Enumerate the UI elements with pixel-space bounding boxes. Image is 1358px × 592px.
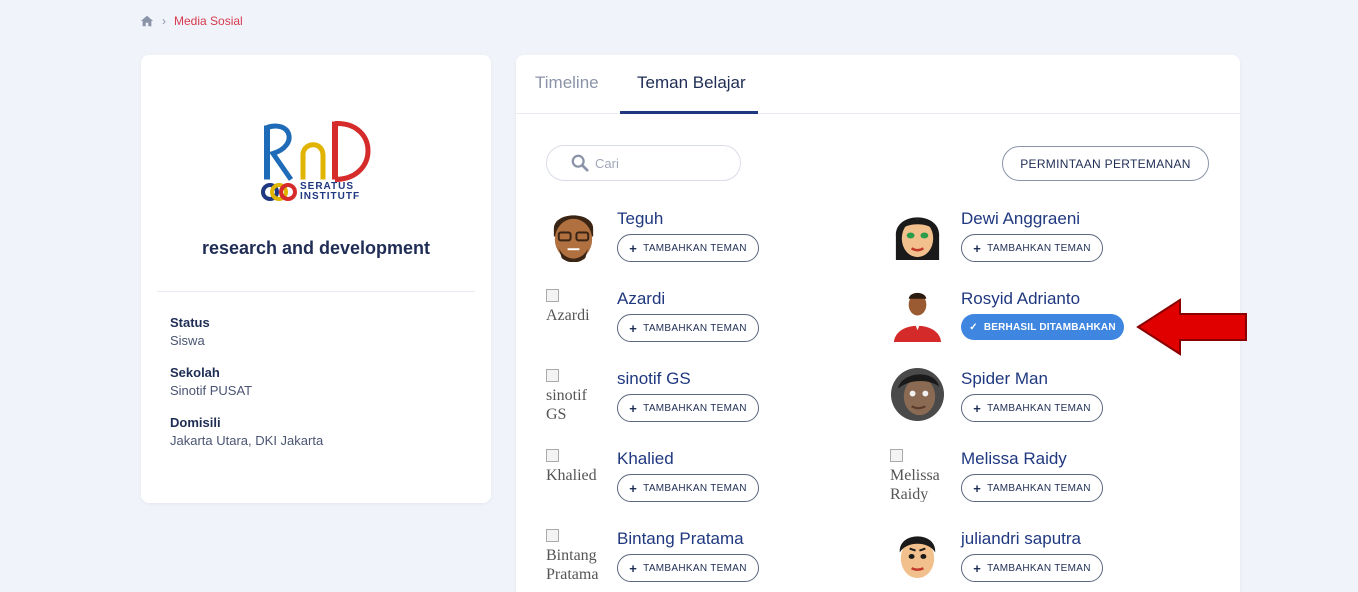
rings-icon bbox=[261, 183, 297, 201]
add-friend-button[interactable]: + TAMBAHKAN TEMAN bbox=[961, 394, 1103, 422]
broken-image-icon bbox=[546, 449, 559, 462]
status-label: Status bbox=[170, 315, 210, 330]
avatar bbox=[890, 207, 945, 262]
add-friend-label: TAMBAHKAN TEMAN bbox=[987, 482, 1091, 494]
add-friend-label: TAMBAHKAN TEMAN bbox=[643, 562, 747, 574]
school-value: Sinotif PUSAT bbox=[170, 383, 253, 398]
add-friend-label: TAMBAHKAN TEMAN bbox=[987, 402, 1091, 414]
friend-added-button[interactable]: ✓ BERHASIL DITAMBAHKAN bbox=[961, 314, 1124, 340]
avatar-alt: sinotif GS bbox=[546, 387, 587, 422]
avatar bbox=[546, 207, 601, 262]
avatar bbox=[890, 287, 945, 342]
divider bbox=[157, 291, 475, 292]
red-arrow-annotation bbox=[1136, 298, 1247, 356]
avatar bbox=[890, 527, 945, 582]
add-friend-button[interactable]: + TAMBAHKAN TEMAN bbox=[617, 234, 759, 262]
tab-bar: Timeline Teman Belajar bbox=[516, 55, 1240, 114]
search-box[interactable] bbox=[546, 145, 741, 181]
broken-image-icon bbox=[546, 369, 559, 382]
seratus-institut-logo: SERATUS INSTITUTF bbox=[261, 177, 376, 207]
plus-icon: + bbox=[973, 480, 982, 496]
avatar-alt: Khalied bbox=[546, 467, 597, 484]
domicile-value: Jakarta Utara, DKI Jakarta bbox=[170, 433, 324, 448]
friends-card: Timeline Teman Belajar PERMINTAAN PERTEM… bbox=[516, 55, 1240, 592]
friend-name[interactable]: Azardi bbox=[617, 289, 665, 309]
friend-name[interactable]: Teguh bbox=[617, 209, 663, 229]
broken-image-icon bbox=[890, 449, 903, 462]
list-item: Bintang Pratama Bintang Pratama + TAMBAHK… bbox=[546, 527, 866, 587]
friend-name[interactable]: Dewi Anggraeni bbox=[961, 209, 1080, 229]
avatar-alt: Melissa Raidy bbox=[890, 467, 940, 502]
list-item: juliandri saputra + TAMBAHKAN TEMAN bbox=[890, 527, 1210, 587]
add-friend-button[interactable]: + TAMBAHKAN TEMAN bbox=[617, 314, 759, 342]
add-friend-button[interactable]: + TAMBAHKAN TEMAN bbox=[617, 554, 759, 582]
chevron-right-icon: › bbox=[162, 14, 166, 28]
breadcrumb-current[interactable]: Media Sosial bbox=[174, 14, 243, 28]
tab-timeline[interactable]: Timeline bbox=[535, 73, 599, 93]
plus-icon: + bbox=[629, 560, 638, 576]
avatar-alt: Bintang Pratama bbox=[546, 547, 599, 582]
avatar-broken: Khalied bbox=[546, 447, 602, 502]
plus-icon: + bbox=[973, 560, 982, 576]
broken-image-icon bbox=[546, 529, 559, 542]
home-icon[interactable] bbox=[140, 14, 154, 28]
plus-icon: + bbox=[973, 240, 982, 256]
add-friend-button[interactable]: + TAMBAHKAN TEMAN bbox=[961, 554, 1103, 582]
friend-name[interactable]: Khalied bbox=[617, 449, 674, 469]
domicile-label: Domisili bbox=[170, 415, 221, 430]
avatar-broken: Azardi bbox=[546, 287, 602, 342]
school-label: Sekolah bbox=[170, 365, 220, 380]
friend-name[interactable]: juliandri saputra bbox=[961, 529, 1081, 549]
add-friend-button[interactable]: + TAMBAHKAN TEMAN bbox=[961, 474, 1103, 502]
list-item: Khalied Khalied + TAMBAHKAN TEMAN bbox=[546, 447, 866, 507]
profile-name: research and development bbox=[201, 238, 431, 258]
brand-line-2: INSTITUTF bbox=[300, 191, 361, 202]
avatar-broken: Bintang Pratama bbox=[546, 527, 602, 582]
search-input[interactable] bbox=[595, 155, 725, 171]
plus-icon: + bbox=[629, 480, 638, 496]
avatar bbox=[890, 367, 945, 422]
friend-name[interactable]: Melissa Raidy bbox=[961, 449, 1067, 469]
list-item: Dewi Anggraeni + TAMBAHKAN TEMAN bbox=[890, 207, 1210, 267]
list-item: Azardi Azardi + TAMBAHKAN TEMAN bbox=[546, 287, 866, 347]
add-friend-label: TAMBAHKAN TEMAN bbox=[643, 242, 747, 254]
add-friend-button[interactable]: + TAMBAHKAN TEMAN bbox=[617, 394, 759, 422]
plus-icon: + bbox=[629, 240, 638, 256]
friend-name[interactable]: Spider Man bbox=[961, 369, 1048, 389]
add-friend-label: TAMBAHKAN TEMAN bbox=[643, 402, 747, 414]
list-item: sinotif GS sinotif GS + TAMBAHKAN TEMAN bbox=[546, 367, 866, 427]
friend-name[interactable]: Bintang Pratama bbox=[617, 529, 744, 549]
active-tab-indicator bbox=[620, 111, 758, 114]
list-item: Melissa Raidy Melissa Raidy + TAMBAHKAN T… bbox=[890, 447, 1210, 507]
profile-info: Status Siswa Sekolah Sinotif PUSAT Domis… bbox=[170, 315, 323, 465]
breadcrumb: › Media Sosial bbox=[140, 14, 243, 28]
friend-requests-button[interactable]: PERMINTAAN PERTEMANAN bbox=[1002, 146, 1209, 181]
friend-name[interactable]: sinotif GS bbox=[617, 369, 691, 389]
friend-name[interactable]: Rosyid Adrianto bbox=[961, 289, 1080, 309]
avatar-alt: Azardi bbox=[546, 307, 590, 324]
tab-teman-belajar[interactable]: Teman Belajar bbox=[637, 73, 746, 93]
list-item: Teguh + TAMBAHKAN TEMAN bbox=[546, 207, 866, 267]
add-friend-button[interactable]: + TAMBAHKAN TEMAN bbox=[617, 474, 759, 502]
profile-card: SERATUS INSTITUTF research and developme… bbox=[141, 55, 491, 503]
plus-icon: + bbox=[629, 320, 638, 336]
add-friend-label: TAMBAHKAN TEMAN bbox=[643, 482, 747, 494]
plus-icon: + bbox=[973, 400, 982, 416]
search-icon bbox=[571, 154, 589, 172]
add-friend-button[interactable]: + TAMBAHKAN TEMAN bbox=[961, 234, 1103, 262]
plus-icon: + bbox=[629, 400, 638, 416]
avatar-broken: sinotif GS bbox=[546, 367, 602, 422]
list-item: Spider Man + TAMBAHKAN TEMAN bbox=[890, 367, 1210, 427]
status-value: Siswa bbox=[170, 333, 205, 348]
friend-added-label: BERHASIL DITAMBAHKAN bbox=[983, 321, 1116, 333]
check-icon: ✓ bbox=[969, 321, 978, 333]
broken-image-icon bbox=[546, 289, 559, 302]
add-friend-label: TAMBAHKAN TEMAN bbox=[987, 562, 1091, 574]
add-friend-label: TAMBAHKAN TEMAN bbox=[987, 242, 1091, 254]
avatar-broken: Melissa Raidy bbox=[890, 447, 946, 502]
add-friend-label: TAMBAHKAN TEMAN bbox=[643, 322, 747, 334]
